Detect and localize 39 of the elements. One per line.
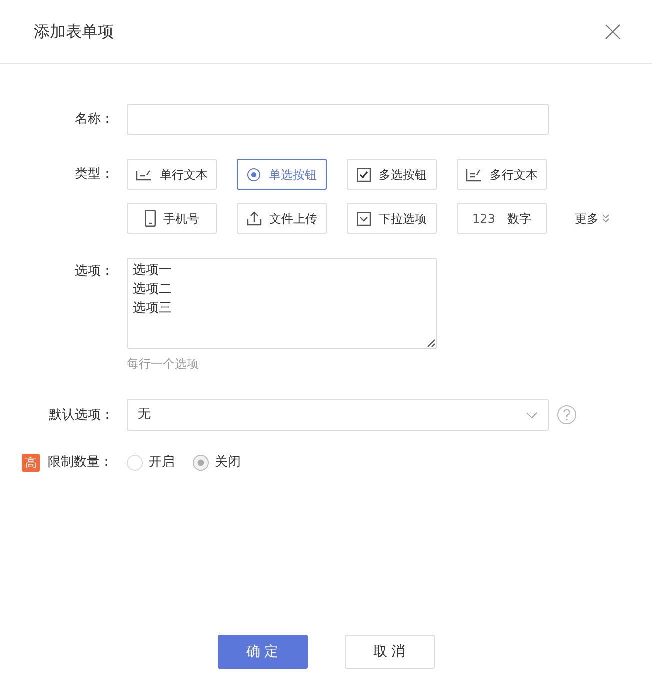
dialog-title: 添加表单项 [34,20,114,42]
name-input[interactable] [127,104,549,135]
checkbox-icon [357,168,371,182]
more-link[interactable]: 更多 [567,203,610,234]
chevron-down-icon [526,412,538,418]
text-area-icon [466,168,482,182]
dropdown-icon [357,212,371,226]
field-label: 限制数量： [48,454,113,472]
type-option[interactable]: 单选按钮 [237,159,327,190]
type-option[interactable]: 下拉选项 [347,203,437,234]
default-select[interactable]: 无 [127,399,549,431]
phone-icon [144,210,156,227]
field-label: 默认选项： [48,406,115,424]
type-option[interactable]: 文件上传 [237,203,327,234]
double-chevron-icon [602,214,610,223]
options-textarea[interactable]: 选项一 选项二 选项三 [127,258,437,349]
number-prefix: 123 [472,210,496,228]
radio-option[interactable]: 开启 [127,453,175,472]
resize-handle-icon[interactable] [427,339,435,347]
field-label: 类型： [74,166,115,184]
option-line: 选项三 [133,300,172,318]
field-label: 名称： [74,111,115,129]
radio-option[interactable]: 关闭 [193,453,241,472]
confirm-button[interactable]: 确 定 [218,635,308,669]
radio-icon [247,168,261,182]
option-line: 选项二 [133,281,172,299]
option-line: 选项一 [133,262,172,280]
close-button[interactable] [604,22,622,40]
hint-text: 每行一个选项 [127,356,200,373]
upload-icon [246,211,262,226]
cancel-button[interactable]: 取 消 [344,635,434,669]
text-field-icon [136,168,152,180]
type-option[interactable]: 123 数字 [457,203,547,234]
type-option[interactable]: 多选按钮 [347,159,437,190]
type-option[interactable]: 单行文本 [127,159,217,190]
type-option[interactable]: 手机号 [127,203,217,234]
field-label: 选项： [74,263,115,281]
type-option[interactable]: 多行文本 [457,159,547,190]
advanced-tag: 高 [22,454,40,472]
